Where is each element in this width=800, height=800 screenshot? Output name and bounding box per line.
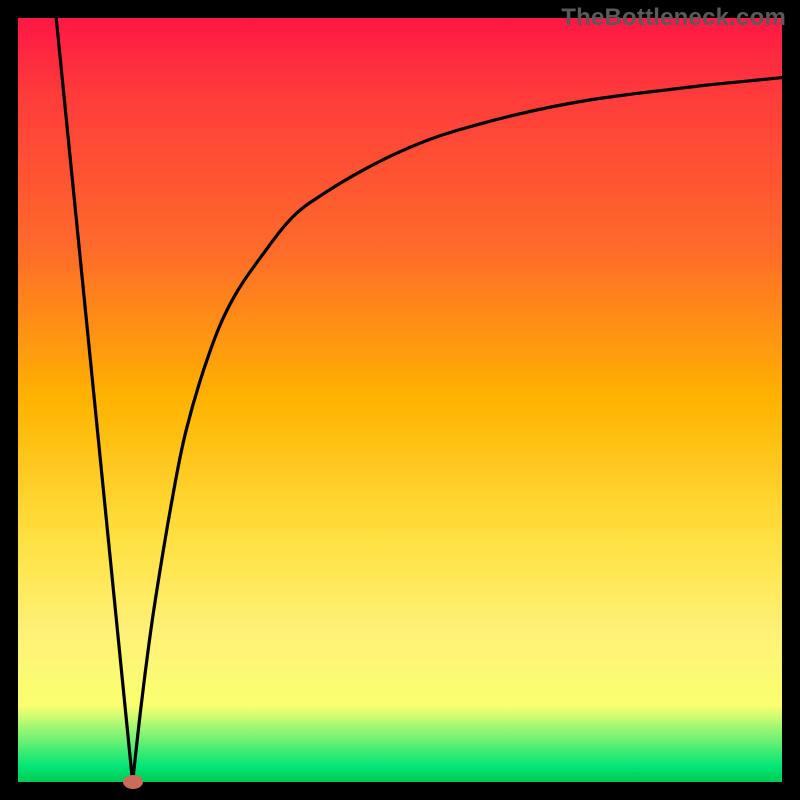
curve-path (56, 18, 782, 782)
gradient-plot-area (18, 18, 782, 782)
bottleneck-curve (18, 18, 782, 782)
optimum-marker (123, 775, 143, 789)
chart-frame: TheBottleneck.com (0, 0, 800, 800)
watermark-text: TheBottleneck.com (561, 4, 786, 32)
